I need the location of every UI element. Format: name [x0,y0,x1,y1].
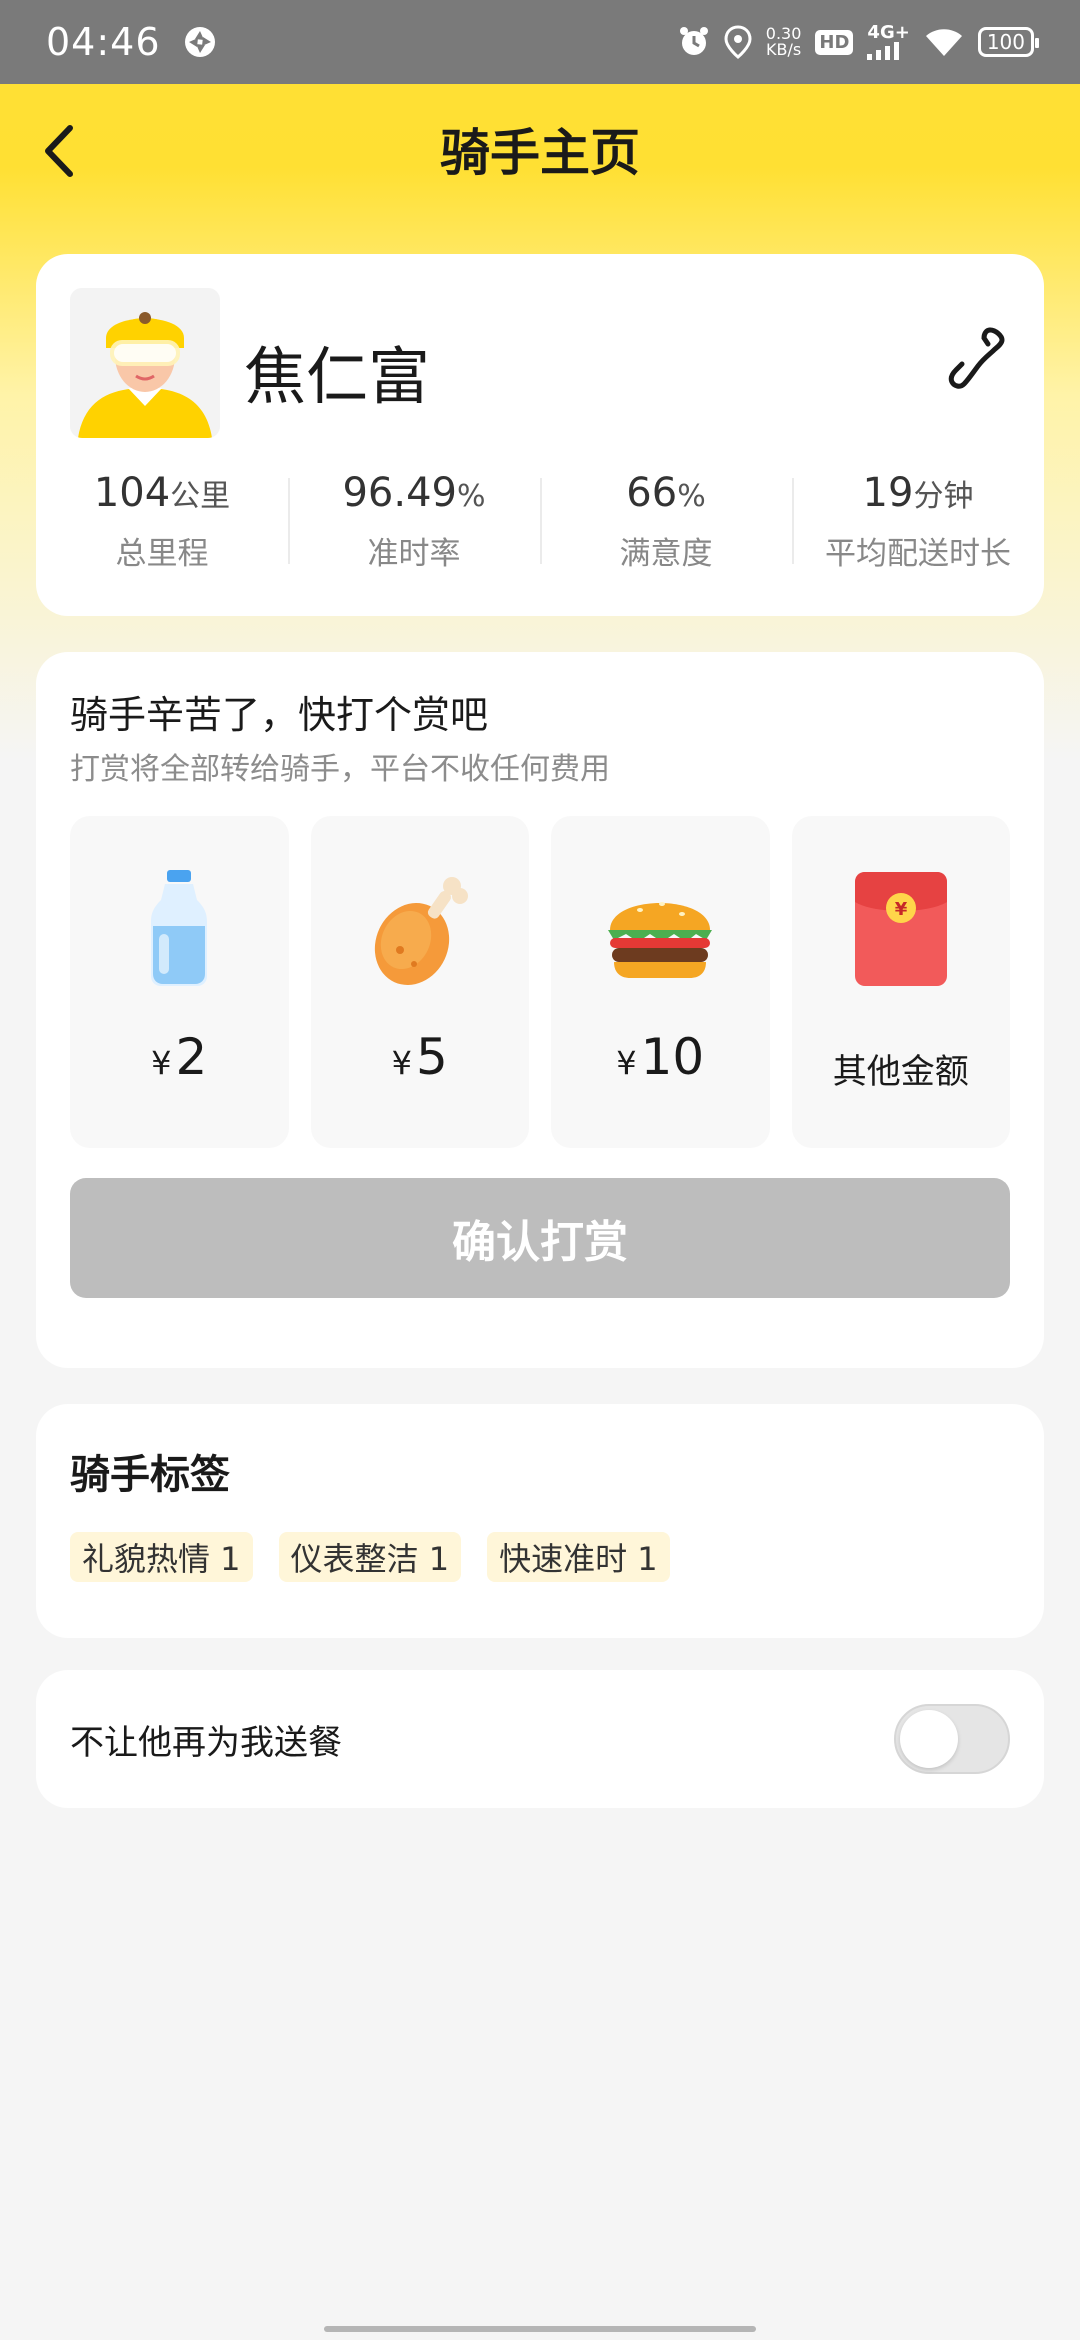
red-envelope-icon: ¥ [854,872,947,986]
signal-icon: 4G+ [867,22,910,60]
stat-value: 96.49 [342,470,457,516]
currency-symbol: ¥ [391,1044,413,1082]
page-title: 骑手主页 [440,124,640,182]
confirm-tip-button[interactable]: 确认打赏 [70,1178,1010,1298]
tip-other-label: 其他金额 [832,1052,969,1092]
svg-text:¥: ¥ [894,899,907,920]
tip-option-2[interactable]: ¥2 [70,816,289,1148]
tip-amount: ¥10 [551,1028,770,1086]
rider-tags-card: 骑手标签 礼貌热情 1 仪表整洁 1 快速准时 1 [36,1404,1044,1638]
tip-title: 骑手辛苦了，快打个赏吧 [70,693,489,737]
stat-unit: 公里 [170,479,231,514]
stat-avg-delivery-time: 19分钟 平均配送时长 [792,470,1044,580]
tip-options: ¥2 ¥5 ¥10 ¥ 其他金额 [70,816,1010,1148]
tags-list: 礼貌热情 1 仪表整洁 1 快速准时 1 [70,1532,670,1582]
phone-icon[interactable] [944,324,1010,394]
status-bar: 04:46 0.30 KB/s HD 4G+ 100 [0,0,1080,84]
stat-unit: % [457,479,486,514]
network-type: 4G+ [867,22,910,43]
stat-label: 总里程 [115,536,209,572]
rider-profile-card: 焦仁富 104公里 总里程 96.49% 准时率 66% 满意度 19分钟 平均… [36,254,1044,616]
tags-title: 骑手标签 [70,1452,230,1498]
tip-option-other[interactable]: ¥ 其他金额 [791,816,1010,1148]
block-rider-label: 不让他再为我送餐 [70,1722,342,1763]
stat-distance: 104公里 总里程 [36,470,288,580]
block-rider-toggle[interactable] [894,1704,1010,1774]
wifi-icon [925,29,962,56]
home-indicator[interactable] [324,2326,756,2332]
stat-value: 66 [626,470,678,516]
water-bottle-icon [151,870,208,986]
location-icon [724,25,752,59]
tip-amount: ¥2 [70,1028,289,1086]
tip-amount-value: 5 [416,1028,448,1086]
nav-header: 骑手主页 [0,84,1080,214]
currency-symbol: ¥ [151,1044,172,1082]
toggle-knob [900,1710,958,1768]
hd-icon: HD [815,29,854,55]
signal-bars [867,42,900,60]
rider-tag: 快速准时 1 [487,1532,670,1582]
tip-card: 骑手辛苦了，快打个赏吧 打赏将全部转给骑手，平台不收任何费用 ¥2 ¥5 ¥10… [36,652,1044,1368]
currency-symbol: ¥ [616,1044,637,1082]
stat-satisfaction: 66% 满意度 [540,470,792,580]
stat-on-time-rate: 96.49% 准时率 [288,470,540,580]
rider-avatar-icon [70,288,220,438]
avatar [70,288,220,438]
alarm-icon [679,27,708,55]
stat-value: 104 [93,470,171,516]
chicken-leg-icon [374,877,468,985]
stat-label: 平均配送时长 [825,536,1011,572]
stat-label: 准时率 [367,536,461,572]
stat-value: 19 [862,470,914,516]
chevron-left-icon[interactable] [30,116,90,186]
tip-amount-value: 2 [175,1028,208,1086]
status-icons: 0.30 KB/s HD 4G+ 100 [678,22,1040,60]
tip-subtitle: 打赏将全部转给骑手，平台不收任何费用 [70,752,610,787]
block-rider-card: 不让他再为我送餐 [36,1670,1044,1808]
tip-amount-value: 10 [640,1028,705,1086]
tip-option-10[interactable]: ¥10 [551,816,770,1148]
net-speed: 0.30 KB/s [766,26,802,58]
net-speed-unit: KB/s [765,40,802,59]
battery-level: 100 [986,30,1025,54]
stat-label: 满意度 [619,536,713,572]
burger-icon [608,902,713,978]
rider-name: 焦仁富 [244,340,431,413]
tip-amount: ¥5 [311,1028,530,1086]
stat-unit: 分钟 [913,479,974,514]
tip-option-5[interactable]: ¥5 [310,816,530,1148]
battery-icon: 100 [977,27,1040,57]
rider-tag: 礼貌热情 1 [70,1532,253,1582]
rider-stats: 104公里 总里程 96.49% 准时率 66% 满意度 19分钟 平均配送时长 [36,470,1044,580]
rider-tag: 仪表整洁 1 [278,1532,462,1582]
app-notification-icon [184,27,215,57]
stat-unit: % [677,479,706,514]
status-time: 04:46 [46,20,161,64]
